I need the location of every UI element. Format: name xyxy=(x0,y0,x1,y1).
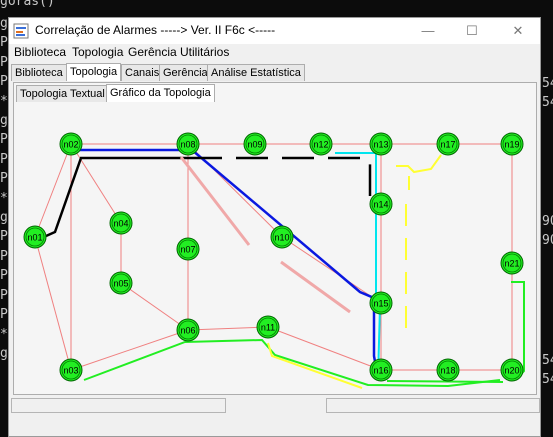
link-n10-n15 xyxy=(281,236,382,304)
node-n17[interactable]: n17 xyxy=(436,132,460,156)
menu-topologia[interactable]: Topologia xyxy=(72,45,123,59)
node-n08[interactable]: n08 xyxy=(176,132,200,156)
console-line: 90 xyxy=(542,214,553,229)
console-line: 54 xyxy=(542,95,553,110)
node-label: n19 xyxy=(504,140,519,150)
title-bar[interactable]: Correlação de Alarmes -----> Ver. II F6c… xyxy=(9,18,540,44)
node-label: n02 xyxy=(63,140,78,150)
path-layer xyxy=(45,148,525,389)
node-label: n20 xyxy=(504,366,519,376)
node-label: n07 xyxy=(180,245,195,255)
link-n01-n02 xyxy=(34,143,72,238)
node-n05[interactable]: n05 xyxy=(109,271,133,295)
node-n07[interactable]: n07 xyxy=(176,237,200,261)
node-label: n11 xyxy=(261,323,275,333)
route-path xyxy=(267,342,363,389)
node-n18[interactable]: n18 xyxy=(436,358,460,382)
route-path xyxy=(190,156,372,196)
link-n05-n06 xyxy=(120,282,189,331)
route-path xyxy=(396,154,442,174)
node-label: n17 xyxy=(440,140,455,150)
link-n01-n03 xyxy=(34,236,72,371)
node-label: n13 xyxy=(373,140,388,150)
node-label: n14 xyxy=(373,200,388,210)
node-label: n09 xyxy=(247,140,262,150)
route-path xyxy=(280,260,351,314)
node-n12[interactable]: n12 xyxy=(309,132,333,156)
tab-biblioteca[interactable]: Biblioteca xyxy=(11,64,67,81)
node-n10[interactable]: n10 xyxy=(270,225,294,249)
window-title: Correlação de Alarmes -----> Ver. II F6c… xyxy=(35,23,276,37)
node-label: n10 xyxy=(274,233,289,243)
tab-analise-estatistica[interactable]: Análise Estatística xyxy=(207,64,305,81)
tab-topologia[interactable]: Topologia xyxy=(66,63,122,81)
node-n01[interactable]: n01 xyxy=(23,225,47,249)
node-layer: n01 n02 n03 n04 n05 n06 n07 n08 n09 n10 n11 n12 n13 n… xyxy=(23,132,524,382)
node-label: n18 xyxy=(440,366,455,376)
menu-utilitarios[interactable]: Utilitários xyxy=(180,45,229,59)
menu-biblioteca[interactable]: Biblioteca xyxy=(14,45,66,59)
console-line: 54 xyxy=(542,353,553,368)
node-n06[interactable]: n06 xyxy=(176,318,200,342)
node-n15[interactable]: n15 xyxy=(369,291,393,315)
node-label: n05 xyxy=(113,279,128,289)
menu-gerencia[interactable]: Gerência xyxy=(128,45,177,59)
status-field-left xyxy=(11,398,226,413)
node-label: n03 xyxy=(63,366,78,376)
node-n14[interactable]: n14 xyxy=(369,192,393,216)
route-path xyxy=(386,380,504,383)
node-label: n21 xyxy=(504,259,519,269)
maximize-button[interactable]: ☐ xyxy=(457,21,487,41)
node-n09[interactable]: n09 xyxy=(243,132,267,156)
tab-canais[interactable]: Canais xyxy=(121,64,164,81)
node-n21[interactable]: n21 xyxy=(500,251,524,275)
node-n13[interactable]: n13 xyxy=(369,132,393,156)
tab-grafico-topologia[interactable]: Gráfico da Topologia xyxy=(106,84,215,102)
node-n11[interactable]: n11 xyxy=(256,315,280,339)
tab-gerencia[interactable]: Gerência xyxy=(159,64,212,81)
node-n04[interactable]: n04 xyxy=(109,211,133,235)
node-n03[interactable]: n03 xyxy=(59,358,83,382)
node-label: n12 xyxy=(313,140,328,150)
link-n11-n16 xyxy=(267,326,382,371)
node-label: n06 xyxy=(180,326,195,336)
node-n02[interactable]: n02 xyxy=(59,132,83,156)
status-field-right xyxy=(326,398,540,413)
link-n02-n04 xyxy=(70,143,122,224)
node-label: n16 xyxy=(373,366,388,376)
link-n03-n06 xyxy=(70,329,189,371)
node-label: n08 xyxy=(180,140,195,150)
node-label: n01 xyxy=(27,233,42,243)
node-n20[interactable]: n20 xyxy=(500,358,524,382)
node-label: n04 xyxy=(113,219,128,229)
console-line: 54 xyxy=(542,76,553,91)
menu-bar: Biblioteca Topologia Gerência Utilitário… xyxy=(9,44,540,63)
node-n19[interactable]: n19 xyxy=(500,132,524,156)
route-path xyxy=(75,148,380,379)
link-n06-n11 xyxy=(187,326,269,331)
route-path xyxy=(335,152,388,379)
minimize-button[interactable]: — xyxy=(413,21,443,41)
console-top-line: goras() xyxy=(0,0,55,9)
console-line: 54 xyxy=(542,372,553,387)
console-line: 90 xyxy=(542,233,553,248)
tab-topologia-textual[interactable]: Topologia Textual xyxy=(16,85,109,102)
topology-graph[interactable]: n01 n02 n03 n04 n05 n06 n07 n08 n09 n10 n11 n12 n13 n… xyxy=(12,107,530,393)
node-n16[interactable]: n16 xyxy=(369,358,393,382)
node-label: n15 xyxy=(373,299,388,309)
java-app-icon xyxy=(13,23,29,39)
close-button[interactable]: ✕ xyxy=(503,21,533,41)
